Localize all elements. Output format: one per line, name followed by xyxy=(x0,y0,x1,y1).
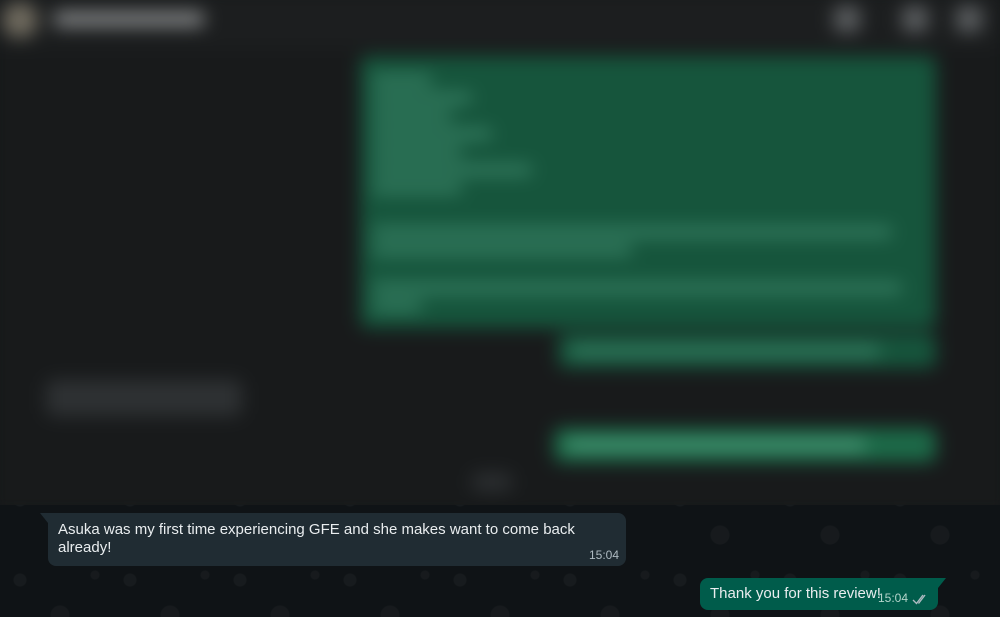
incoming-message[interactable]: Asuka was my first time experiencing GFE… xyxy=(40,513,626,566)
blurred-outgoing-message xyxy=(360,56,936,328)
video-call-icon[interactable] xyxy=(834,6,860,32)
blurred-history xyxy=(0,0,1000,505)
message-text: Asuka was my first time experiencing GFE… xyxy=(58,521,575,556)
chat-header xyxy=(0,0,1000,48)
blurred-incoming-message xyxy=(46,380,242,416)
blurred-outgoing-message xyxy=(554,428,936,462)
outgoing-message[interactable]: Thank you for this review! 15:04 xyxy=(700,578,946,610)
message-text: Thank you for this review! xyxy=(710,585,881,602)
double-check-icon xyxy=(912,594,926,605)
menu-icon[interactable] xyxy=(956,6,982,32)
avatar[interactable] xyxy=(2,2,38,38)
blurred-date-chip xyxy=(472,473,512,491)
blurred-outgoing-message xyxy=(558,334,936,368)
message-time: 15:04 xyxy=(588,548,619,562)
search-icon[interactable] xyxy=(902,6,928,32)
contact-name-redacted[interactable] xyxy=(54,12,204,26)
message-time: 15:04 xyxy=(877,591,908,605)
